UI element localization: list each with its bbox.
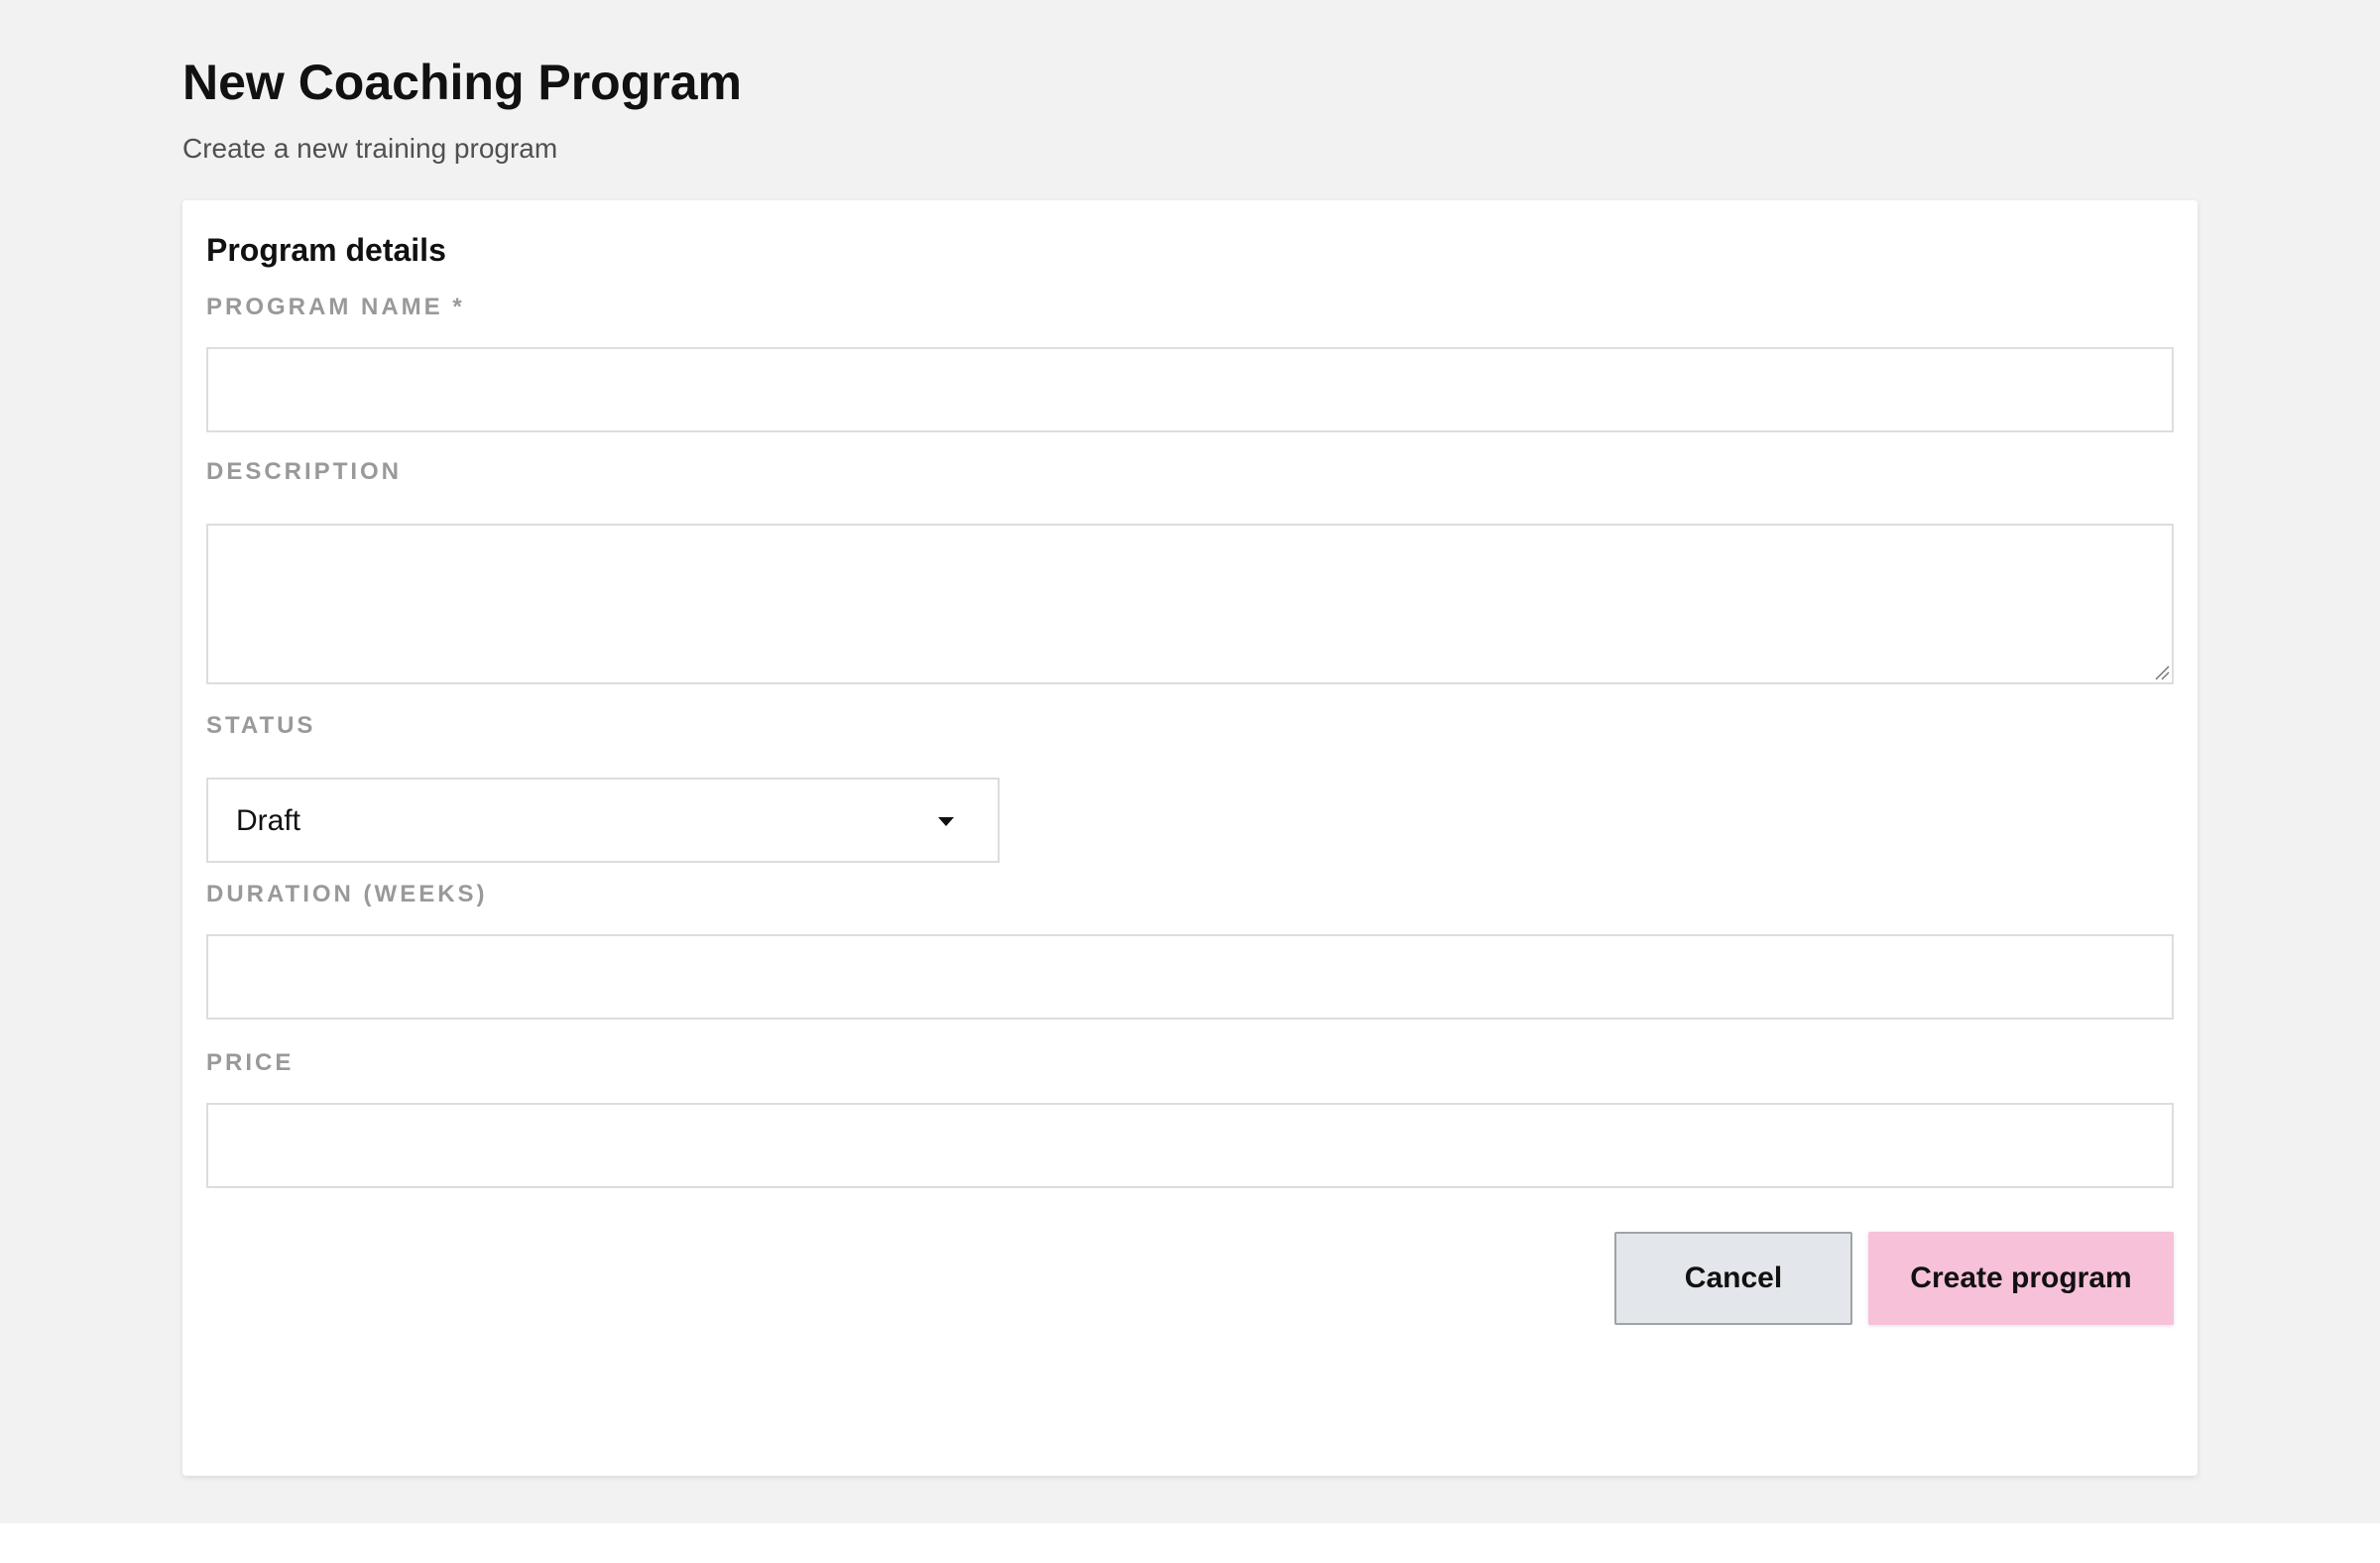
chevron-down-icon: [938, 817, 954, 826]
status-label: STATUS: [206, 712, 316, 739]
section-title: Program details: [206, 232, 446, 268]
description-label: DESCRIPTION: [206, 458, 403, 485]
program-name-input[interactable]: [206, 347, 2174, 432]
cancel-button[interactable]: Cancel: [1614, 1232, 1852, 1325]
create-program-button[interactable]: Create program: [1868, 1232, 2174, 1325]
price-label: PRICE: [206, 1049, 295, 1076]
resize-handle-icon[interactable]: [2154, 664, 2170, 680]
page-title: New Coaching Program: [182, 55, 742, 110]
duration-weeks-input[interactable]: [206, 934, 2174, 1020]
page-subtitle: Create a new training program: [182, 133, 558, 164]
price-input[interactable]: [206, 1103, 2174, 1188]
duration-label: DURATION (WEEKS): [206, 881, 488, 907]
program-name-label: PROGRAM NAME *: [206, 294, 465, 320]
program-details-card: Program details PROGRAM NAME * DESCRIPTI…: [182, 200, 2198, 1476]
status-selected-value: Draft: [236, 804, 301, 837]
description-textarea[interactable]: [206, 524, 2174, 684]
status-select[interactable]: Draft: [206, 778, 1000, 863]
